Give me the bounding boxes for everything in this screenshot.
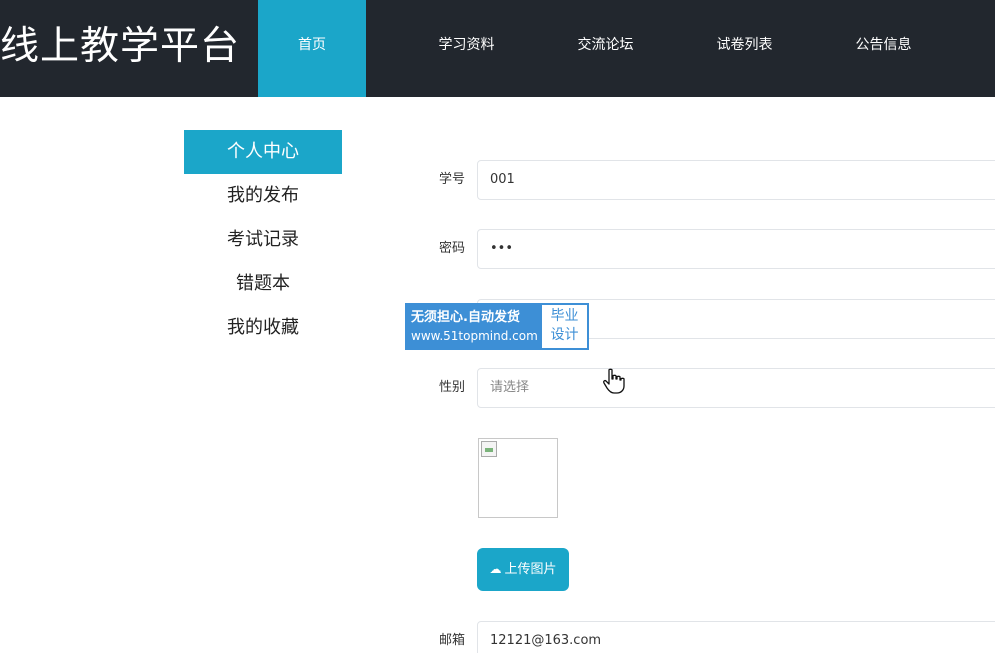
watermark-right: 毕业 设计 — [542, 305, 587, 348]
gender-row: 性别 请选择 — [400, 368, 995, 408]
watermark-line1: 无须担心.自动发货 — [411, 310, 520, 325]
gender-select[interactable]: 请选择 — [477, 368, 995, 408]
broken-image-icon — [481, 441, 497, 457]
nav-item-feedback[interactable]: 留言反馈 — [953, 0, 995, 97]
password-row: 密码 ••• — [400, 229, 995, 269]
nav-item-announcements[interactable]: 公告信息 — [814, 0, 953, 97]
watermark-line2: www.51topmind.com — [411, 329, 538, 343]
gender-label: 性别 — [438, 380, 465, 395]
email-row: 邮箱 12121@163.com — [400, 621, 995, 653]
nav-item-home[interactable]: 首页 — [258, 0, 366, 97]
nav-item-forum[interactable]: 交流论坛 — [536, 0, 675, 97]
student-id-row: 学号 001 — [400, 160, 995, 200]
sidebar-item-exam-records[interactable]: 考试记录 — [184, 218, 342, 262]
main-nav: 首页 学习资料 交流论坛 试卷列表 公告信息 留言反馈 — [258, 0, 995, 97]
upload-button-label: 上传图片 — [504, 562, 557, 577]
student-id-input[interactable]: 001 — [477, 160, 995, 200]
cloud-upload-icon: ☁ — [489, 562, 502, 576]
avatar-preview — [478, 438, 558, 518]
sidebar-item-mistake-book[interactable]: 错题本 — [184, 262, 342, 306]
email-input[interactable]: 12121@163.com — [477, 621, 995, 653]
top-navbar: 线上教学平台 首页 学习资料 交流论坛 试卷列表 公告信息 留言反馈 — [0, 0, 995, 97]
hand-pointer-icon — [603, 368, 625, 394]
password-input[interactable]: ••• — [477, 229, 995, 269]
sidebar-item-my-posts[interactable]: 我的发布 — [184, 174, 342, 218]
site-title: 线上教学平台 — [0, 24, 241, 69]
watermark-overlay: 无须担心.自动发货 www.51topmind.com 毕业 设计 — [405, 303, 589, 350]
nav-item-study-materials[interactable]: 学习资料 — [397, 0, 536, 97]
watermark-left: 无须担心.自动发货 www.51topmind.com — [407, 305, 542, 348]
password-label: 密码 — [438, 241, 465, 256]
email-label: 邮箱 — [438, 633, 465, 648]
sidebar-item-favorites[interactable]: 我的收藏 — [184, 306, 342, 350]
watermark-right-line1: 毕业 — [550, 308, 579, 324]
upload-image-button[interactable]: ☁ 上传图片 — [477, 548, 569, 591]
watermark-right-line2: 设计 — [550, 327, 579, 343]
sidebar-item-profile[interactable]: 个人中心 — [184, 130, 342, 174]
user-sidebar: 个人中心 我的发布 考试记录 错题本 我的收藏 — [184, 130, 342, 350]
student-id-label: 学号 — [438, 172, 465, 187]
nav-item-exam-list[interactable]: 试卷列表 — [675, 0, 814, 97]
